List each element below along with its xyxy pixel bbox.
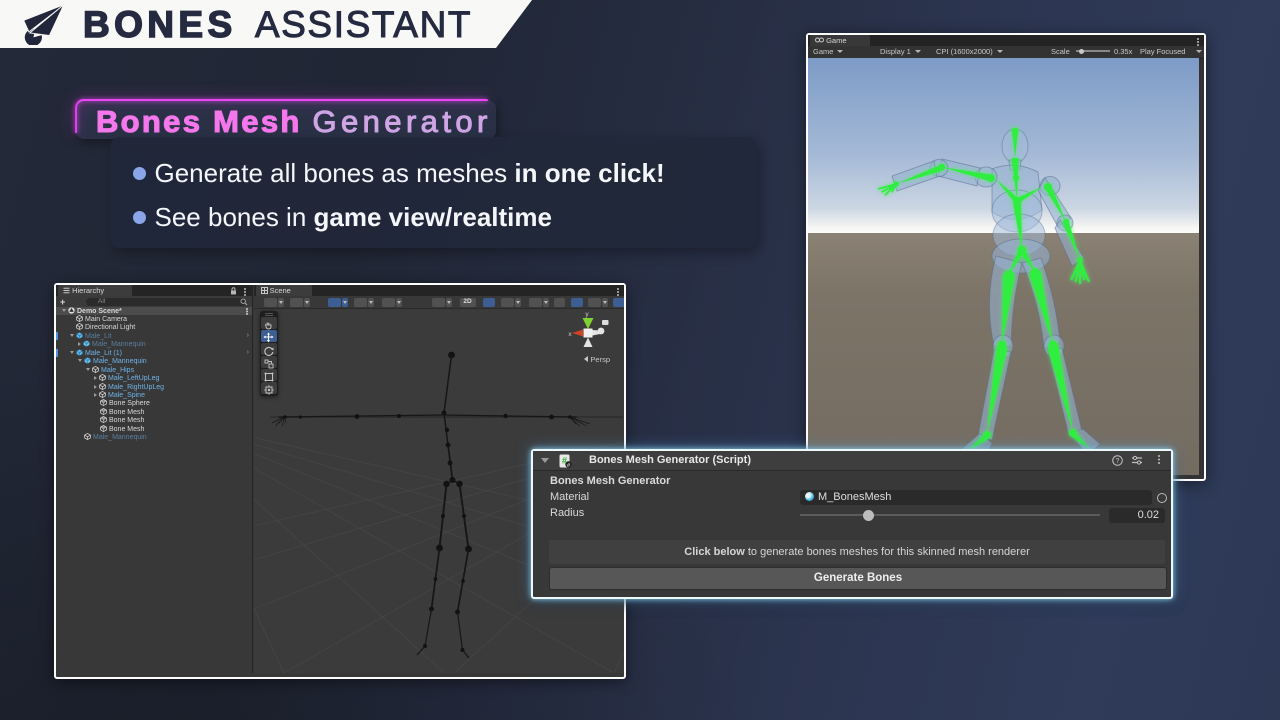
svg-text:x: x — [568, 331, 572, 338]
svg-text:?: ? — [1116, 458, 1120, 465]
svg-text:y: y — [585, 311, 589, 318]
